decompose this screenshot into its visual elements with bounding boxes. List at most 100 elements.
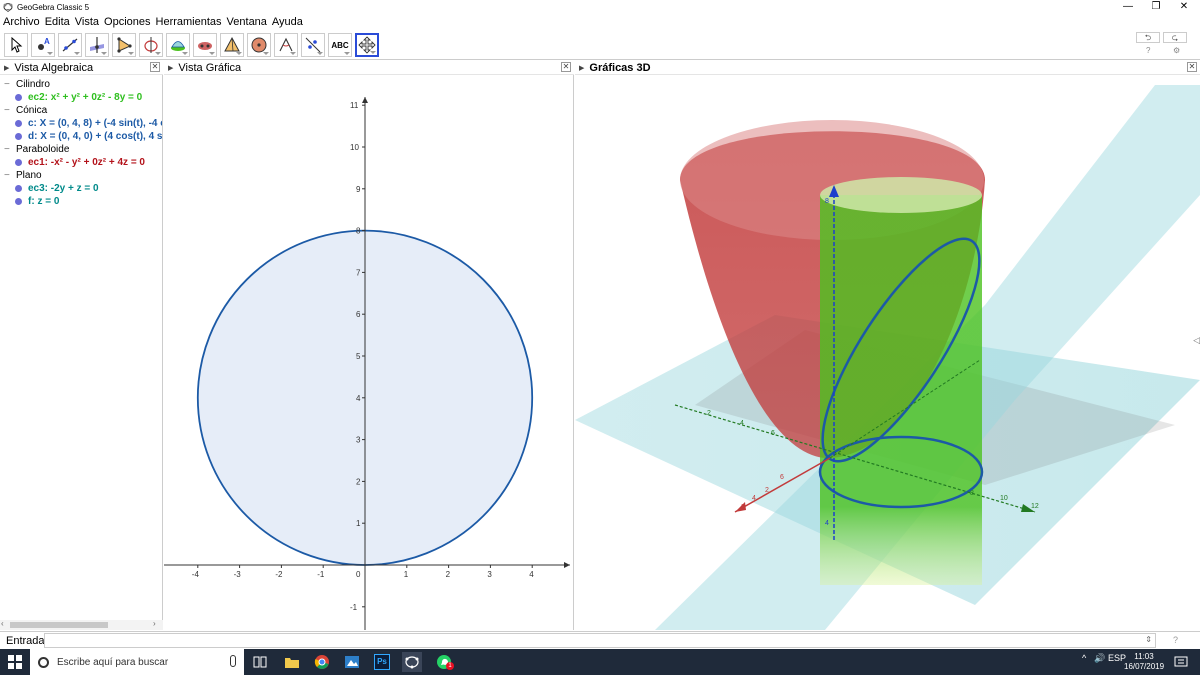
menu-vista[interactable]: Vista (75, 16, 99, 28)
notification-badge: 1 (446, 662, 454, 670)
sphere-tool-button[interactable] (247, 33, 271, 57)
algebra-horizontal-scrollbar[interactable]: ‹ › (0, 619, 163, 630)
scroll-right-icon[interactable]: › (153, 619, 156, 628)
algebra-item-d[interactable]: d: X = (0, 4, 0) + (4 cos(t), 4 si (0, 130, 162, 143)
panel-toggle-arrow-icon[interactable]: ▶ (579, 64, 584, 72)
graphics3d-canvas[interactable]: 2 4 6 8 2 4 6 8 10 12 4 8 (575, 75, 1200, 630)
algebra-item-ec2[interactable]: ec2: x² + y² + 0z² - 8y = 0 (0, 91, 162, 104)
menu-edita[interactable]: Edita (45, 16, 70, 28)
chrome-button[interactable] (312, 652, 332, 672)
algebra-group-conica[interactable]: − Cónica (0, 104, 162, 117)
input-symbols-icon[interactable]: ⇕ (1145, 635, 1152, 644)
menu-ayuda[interactable]: Ayuda (272, 16, 303, 28)
windows-start-icon[interactable] (8, 655, 22, 669)
plane-tool-button[interactable] (193, 33, 217, 57)
algebra-group-plano[interactable]: − Plano (0, 169, 162, 182)
close-algebra-view-button[interactable]: ✕ (150, 62, 160, 72)
move-tool-button[interactable] (4, 33, 28, 57)
tool-menu-indicator-icon (155, 52, 161, 55)
tray-overflow-icon[interactable]: ^ (1082, 653, 1086, 663)
cylinder-body[interactable] (820, 195, 982, 585)
taskbar-search-box[interactable]: Escribe aquí para buscar (30, 649, 244, 675)
notifications-icon[interactable] (1174, 655, 1188, 669)
menu-ventana[interactable]: Ventana (227, 16, 267, 28)
algebra-view: − Cilindro ec2: x² + y² + 0z² - 8y = 0 − C… (0, 75, 163, 630)
graphics3d-view[interactable]: 2 4 6 8 2 4 6 8 10 12 4 8 ◁ (575, 75, 1200, 630)
intersect-surfaces-tool-button[interactable] (166, 33, 190, 57)
collapse-icon[interactable]: − (4, 78, 10, 91)
visibility-dot-icon[interactable] (15, 159, 22, 166)
move-view-tool-button[interactable] (355, 33, 379, 57)
pyramid-tool-button[interactable] (220, 33, 244, 57)
circle-axis-tool-button[interactable] (139, 33, 163, 57)
visibility-dot-icon[interactable] (15, 185, 22, 192)
text-tool-button[interactable]: ABC (328, 33, 352, 57)
taskbar-clock[interactable]: 11:03 16/07/2019 (1124, 652, 1164, 672)
visibility-dot-icon[interactable] (15, 120, 22, 127)
chrome-icon (314, 655, 329, 669)
panel-toggle-arrow-icon[interactable]: ▶ (4, 64, 9, 72)
line-tool-button[interactable] (58, 33, 82, 57)
algebra-group-paraboloide[interactable]: − Paraboloide (0, 143, 162, 156)
algebra-item-f[interactable]: f: z = 0 (0, 195, 162, 208)
algebra-item-c[interactable]: c: X = (0, 4, 8) + (-4 sin(t), -4 c (0, 117, 162, 130)
graphics-view[interactable]: -4 -3 -2 -1 0 1 2 3 4 -1 1 2 3 4 5 6 7 8 9 10 11 (164, 75, 574, 630)
cylinder-top (820, 177, 982, 213)
input-help-icon[interactable]: ? (1173, 635, 1178, 645)
maximize-button[interactable]: ❐ (1142, 0, 1170, 14)
scroll-left-icon[interactable]: ‹ (1, 619, 4, 628)
y-tick-label: 5 (356, 352, 361, 361)
algebra-item-ec1[interactable]: ec1: -x² - y² + 0z² + 4z = 0 (0, 156, 162, 169)
collapse-icon[interactable]: − (4, 169, 10, 182)
photoshop-button[interactable]: Ps (372, 652, 392, 672)
geogebra-taskbar-button[interactable] (402, 652, 422, 672)
tool-menu-indicator-icon (128, 52, 134, 55)
undo-button[interactable]: ⮌ (1136, 32, 1160, 43)
tool-menu-indicator-icon (236, 52, 242, 55)
geogebra-app-icon (3, 3, 13, 12)
x-tick-label: -3 (234, 570, 242, 579)
toolbar: A ABC (0, 31, 1200, 60)
geogebra-icon (405, 656, 419, 669)
polygon-tool-button[interactable] (112, 33, 136, 57)
angle-tool-button[interactable] (274, 33, 298, 57)
close-graphics-view-button[interactable]: ✕ (561, 62, 571, 72)
collapse-icon[interactable]: − (4, 104, 10, 117)
reflect-tool-button[interactable] (301, 33, 325, 57)
perpendicular-tool-button[interactable] (85, 33, 109, 57)
algebra-group-cilindro[interactable]: − Cilindro (0, 78, 162, 91)
menu-archivo[interactable]: Archivo (3, 16, 40, 28)
photos-button[interactable] (342, 652, 362, 672)
algebra-item-ec3[interactable]: ec3: -2y + z = 0 (0, 182, 162, 195)
svg-text:A: A (44, 37, 50, 46)
z-axis-label: 4 (825, 520, 829, 527)
redo-button[interactable]: ⮎ (1163, 32, 1187, 43)
tool-menu-indicator-icon (182, 52, 188, 55)
speaker-icon[interactable]: 🔊 (1094, 653, 1105, 664)
whatsapp-button[interactable]: 1 (434, 652, 454, 672)
side-panel-toggle-icon[interactable]: ◁ (1193, 335, 1200, 346)
panel-toggle-arrow-icon[interactable]: ▶ (168, 64, 173, 72)
point-tool-button[interactable]: A (31, 33, 55, 57)
minimize-button[interactable]: — (1114, 0, 1142, 14)
close-window-button[interactable]: ✕ (1170, 0, 1198, 14)
visibility-dot-icon[interactable] (15, 94, 22, 101)
visibility-dot-icon[interactable] (15, 133, 22, 140)
text-tool-label: ABC (331, 40, 349, 50)
close-graphics3d-view-button[interactable]: ✕ (1187, 62, 1197, 72)
y-axis-label: 4 (740, 420, 744, 427)
scrollbar-thumb[interactable] (10, 622, 108, 628)
menu-herramientas[interactable]: Herramientas (156, 16, 222, 28)
collapse-icon[interactable]: − (4, 143, 10, 156)
settings-icon[interactable]: ⚙ (1173, 46, 1180, 55)
graphics-canvas[interactable]: -4 -3 -2 -1 0 1 2 3 4 -1 1 2 3 4 5 6 7 8 9 10 11 (164, 75, 574, 630)
task-view-button[interactable] (250, 652, 270, 672)
x-tick-label: -1 (317, 570, 325, 579)
x-axis-label: 6 (780, 474, 784, 481)
visibility-dot-icon[interactable] (15, 198, 22, 205)
menu-opciones[interactable]: Opciones (104, 16, 150, 28)
file-explorer-button[interactable] (282, 652, 302, 672)
input-field[interactable] (44, 633, 1156, 648)
help-icon[interactable]: ? (1146, 46, 1150, 55)
microphone-icon[interactable] (230, 655, 236, 667)
